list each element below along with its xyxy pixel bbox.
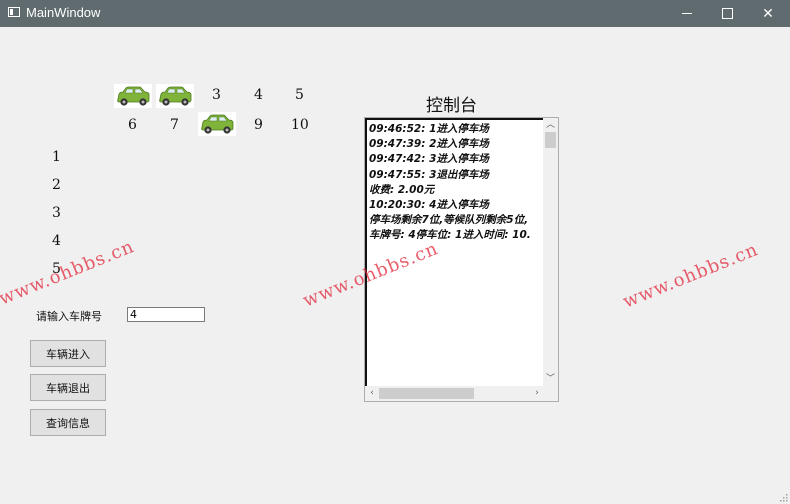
scroll-right-icon[interactable]: › bbox=[530, 386, 544, 401]
window-title: MainWindow bbox=[26, 5, 101, 20]
console-line: 09:47:42: 3进入停车场 bbox=[369, 153, 489, 166]
scroll-down-icon[interactable]: ﹀ bbox=[543, 372, 558, 386]
console-line: 09:47:39: 2进入停车场 bbox=[369, 138, 489, 151]
car-icon bbox=[156, 84, 194, 108]
car-exit-button[interactable]: 车辆退出 bbox=[30, 374, 106, 401]
parking-slot-label: 10 bbox=[291, 117, 309, 133]
watermark: www.ohbbs.cn bbox=[0, 236, 138, 310]
scroll-up-icon[interactable]: ︿ bbox=[543, 118, 558, 132]
console-line: 10:20:30: 4进入停车场 bbox=[369, 199, 489, 212]
query-info-button[interactable]: 查询信息 bbox=[30, 409, 106, 436]
parking-slot-label: 6 bbox=[128, 117, 137, 133]
maximize-button[interactable] bbox=[704, 0, 750, 27]
horizontal-scroll-thumb[interactable] bbox=[379, 388, 474, 399]
scroll-left-icon[interactable]: ‹ bbox=[365, 386, 379, 401]
console-line: 09:46:52: 1进入停车场 bbox=[369, 123, 489, 135]
parking-slot-label: 5 bbox=[295, 87, 304, 103]
car-enter-button[interactable]: 车辆进入 bbox=[30, 340, 106, 367]
queue-slot-label: 4 bbox=[52, 233, 61, 249]
vertical-scroll-thumb[interactable] bbox=[545, 132, 556, 148]
car-icon bbox=[198, 112, 236, 136]
console-line: 停车场剩余7位,等候队列剩余5位, bbox=[369, 214, 529, 227]
car-icon bbox=[114, 84, 152, 108]
window-icon bbox=[8, 7, 20, 17]
queue-slot-label: 3 bbox=[52, 205, 61, 221]
queue-slot-label: 1 bbox=[52, 149, 61, 165]
resize-grip-icon[interactable] bbox=[778, 492, 788, 502]
title-bar: MainWindow ✕ bbox=[0, 0, 790, 27]
console-line: 09:47:55: 3退出停车场 bbox=[369, 168, 489, 181]
queue-slot-label: 2 bbox=[52, 177, 61, 193]
console-line: 车牌号: 4停车位: 1进入时间: 10. bbox=[369, 229, 531, 242]
console-log: 09:46:52: 1进入停车场 09:47:39: 2进入停车场 09:47:42… bbox=[369, 122, 545, 244]
plate-input-label: 请输入车牌号 bbox=[36, 310, 102, 323]
close-button[interactable]: ✕ bbox=[745, 0, 790, 27]
parking-slot-label: 4 bbox=[254, 87, 263, 103]
watermark: www.ohbbs.cn bbox=[620, 239, 762, 313]
console-title: 控制台 bbox=[426, 96, 477, 116]
parking-slot-label: 9 bbox=[254, 117, 263, 133]
parking-slot-label: 7 bbox=[170, 117, 179, 133]
console-line: 收费: 2.00元 bbox=[369, 183, 435, 196]
parking-slot-label: 3 bbox=[212, 87, 221, 103]
vertical-scrollbar[interactable]: ︿ ﹀ bbox=[543, 118, 558, 386]
plate-input[interactable]: 4 bbox=[127, 307, 205, 322]
horizontal-scrollbar[interactable]: ‹ › bbox=[365, 386, 544, 401]
